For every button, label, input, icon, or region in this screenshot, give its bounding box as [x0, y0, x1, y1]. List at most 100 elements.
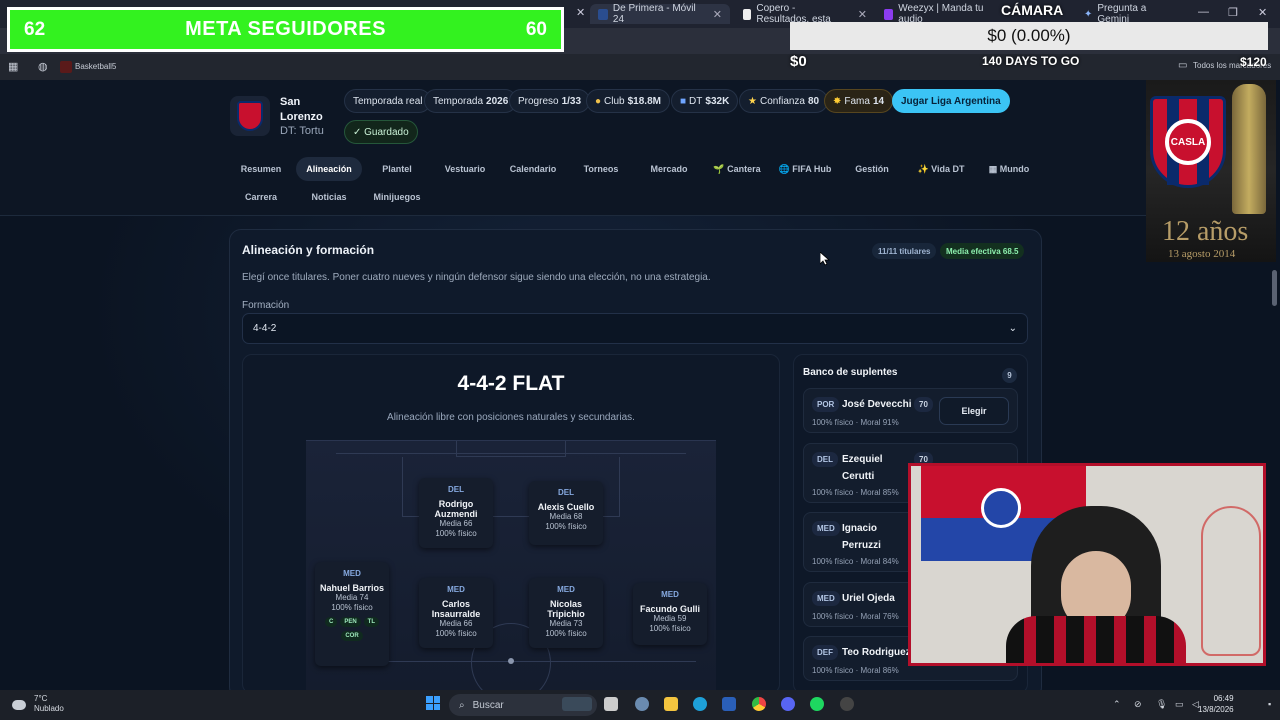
streamer-shirt	[1006, 616, 1186, 663]
tab-calendario[interactable]: Calendario	[502, 157, 564, 181]
days-remaining: 140 DAYS TO GO	[982, 54, 1080, 68]
weather-widget[interactable]: 7°C Nublado	[12, 694, 64, 714]
tab-noticias[interactable]: Noticias	[302, 185, 356, 209]
settings-gear-icon[interactable]	[635, 697, 649, 711]
play-league-button[interactable]: Jugar Liga Argentina	[892, 89, 1010, 113]
tab-mundo[interactable]: ▦ Mundo	[980, 157, 1038, 181]
player-card[interactable]: MED Nicolas Tripichio Media 73 100% físi…	[529, 578, 603, 648]
bench-player-name: José Devecchi	[842, 399, 912, 410]
club-name: San Lorenzo	[280, 96, 323, 123]
tab-mercado[interactable]: Mercado	[641, 157, 697, 181]
tab-alineacion[interactable]: Alineación	[296, 157, 362, 181]
file-explorer-icon[interactable]	[664, 697, 678, 711]
clock[interactable]: 06:49 13/8/2026	[1198, 693, 1234, 715]
close-tab-icon[interactable]: ✕	[713, 8, 722, 21]
windows-start-icon[interactable]	[426, 696, 440, 710]
tab-carrera[interactable]: Carrera	[236, 185, 286, 209]
edge-browser-icon[interactable]	[693, 697, 707, 711]
tab-resumen[interactable]: Resumen	[234, 157, 288, 181]
bench-player-position: DEL	[812, 452, 838, 467]
search-icon: ⌕	[459, 699, 465, 711]
browser-tab[interactable]: Copero - Resultados, esta ✕	[735, 3, 875, 25]
bench-player-name: Ignacio Perruzzi	[842, 523, 881, 551]
player-rating: Media 66	[439, 619, 473, 628]
browser-tab[interactable]: ✦ Pregunta a Gemini	[1076, 3, 1186, 25]
browser-tab[interactable]: Weezyx | Manda tu audio	[876, 3, 1001, 25]
player-fitness: 100% físico	[649, 624, 691, 633]
webcam-feed	[908, 463, 1266, 666]
formation-title: 4-4-2 FLAT	[457, 372, 565, 395]
weather-temp: 7°C	[34, 694, 48, 703]
formation-label: Formación	[242, 300, 290, 311]
player-rating: Media 59	[653, 614, 687, 623]
gemini-icon: ✦	[1084, 8, 1093, 20]
scrollbar-thumb[interactable]	[1272, 270, 1277, 306]
season-real-pill[interactable]: Temporada real	[344, 89, 432, 113]
tab-vestuario[interactable]: Vestuario	[436, 157, 494, 181]
wifi-icon[interactable]: ▭	[1175, 699, 1184, 710]
club-anniversary-image: CASLA 12 años 13 agosto 2014	[1146, 80, 1276, 262]
spotify-icon[interactable]	[810, 697, 824, 711]
player-rating: Media 74	[335, 593, 369, 602]
tab-favicon-icon	[884, 8, 894, 20]
player-card[interactable]: MED Facundo Gulli Media 59 100% físico	[633, 583, 707, 645]
progress-label: Progreso	[518, 95, 559, 107]
player-card[interactable]: DEL Rodrigo Auzmendi Media 66 100% físic…	[419, 478, 493, 548]
close-tab-icon[interactable]: ✕	[858, 8, 867, 21]
tab-favicon-icon	[743, 8, 752, 20]
formation-select[interactable]: 4-4-2 ⌄	[242, 313, 1028, 344]
saved-status-badge: ✓ Guardado	[344, 120, 418, 144]
effective-rating-badge: Media efectiva 68.5	[940, 243, 1025, 259]
player-name: Carlos Insaurralde	[431, 599, 481, 619]
tab-plantel[interactable]: Plantel	[372, 157, 422, 181]
bench-player-position: MED	[812, 521, 840, 536]
close-tab-icon[interactable]: ✕	[576, 6, 585, 19]
bench-title: Banco de suplentes	[803, 367, 898, 378]
tab-torneos[interactable]: Torneos	[574, 157, 628, 181]
player-fitness: 100% físico	[435, 629, 477, 638]
clock-date: 13/8/2026	[1198, 705, 1234, 714]
close-window-icon[interactable]: ✕	[1258, 6, 1267, 19]
globe-icon[interactable]: ◍	[38, 60, 48, 73]
chevron-up-icon[interactable]: ⌃	[1113, 699, 1121, 710]
player-card[interactable]: MED Carlos Insaurralde Media 66 100% fís…	[419, 578, 493, 648]
microphone-icon[interactable]: 🎙	[1156, 699, 1167, 710]
discord-icon[interactable]	[781, 697, 795, 711]
tab-gestion[interactable]: Gestión	[847, 157, 897, 181]
player-fitness: 100% físico	[435, 529, 477, 538]
task-view-icon[interactable]	[604, 697, 618, 711]
chrome-icon[interactable]	[752, 697, 766, 711]
donation-total: $0 (0.00%)	[790, 22, 1268, 50]
donation-goal: $120	[1240, 55, 1267, 69]
store-icon[interactable]	[722, 697, 736, 711]
dt-salary-label: DT	[689, 95, 703, 107]
chair	[1201, 506, 1261, 656]
bookmark-item[interactable]: Basketball5	[75, 62, 116, 71]
tab-cantera[interactable]: 🌱 Cantera	[706, 157, 768, 181]
tab-fifa-hub[interactable]: 🌐 FIFA Hub	[774, 157, 836, 181]
player-position: MED	[447, 585, 465, 594]
maximize-icon[interactable]: ❐	[1228, 6, 1238, 19]
search-placeholder: Buscar	[472, 699, 504, 711]
confidence-label: Confianza	[759, 95, 805, 107]
lineup-title: Alineación y formación	[242, 243, 375, 257]
bench-player-info: 100% físico · Moral 84%	[812, 557, 899, 566]
browser-tab-active[interactable]: De Primera - Móvil 24 ✕	[590, 3, 730, 25]
player-rating: Media 66	[439, 519, 473, 528]
weather-condition: Nublado	[34, 704, 64, 713]
player-card[interactable]: DEL Alexis Cuello Media 68 100% físico	[529, 481, 603, 545]
apps-grid-icon[interactable]: ▦	[8, 60, 18, 73]
obs-icon[interactable]	[840, 697, 854, 711]
goal-area	[456, 441, 566, 457]
anniversary-date: 13 agosto 2014	[1168, 248, 1236, 260]
minimize-icon[interactable]: —	[1198, 6, 1209, 18]
anniversary-years: 12 años	[1162, 216, 1249, 247]
tab-minijuegos[interactable]: Minijuegos	[368, 185, 426, 209]
choose-player-button[interactable]: Elegir	[939, 397, 1009, 425]
fame-label: Fama	[844, 95, 870, 107]
tab-vida-dt[interactable]: ✨ Vida DT	[910, 157, 972, 181]
player-name: Facundo Gulli	[640, 604, 700, 614]
notification-icon[interactable]: ▪	[1268, 699, 1271, 709]
player-card[interactable]: MED Nahuel Barrios Media 74 100% físico …	[315, 562, 389, 666]
network-icon[interactable]: ⊘	[1134, 699, 1142, 710]
